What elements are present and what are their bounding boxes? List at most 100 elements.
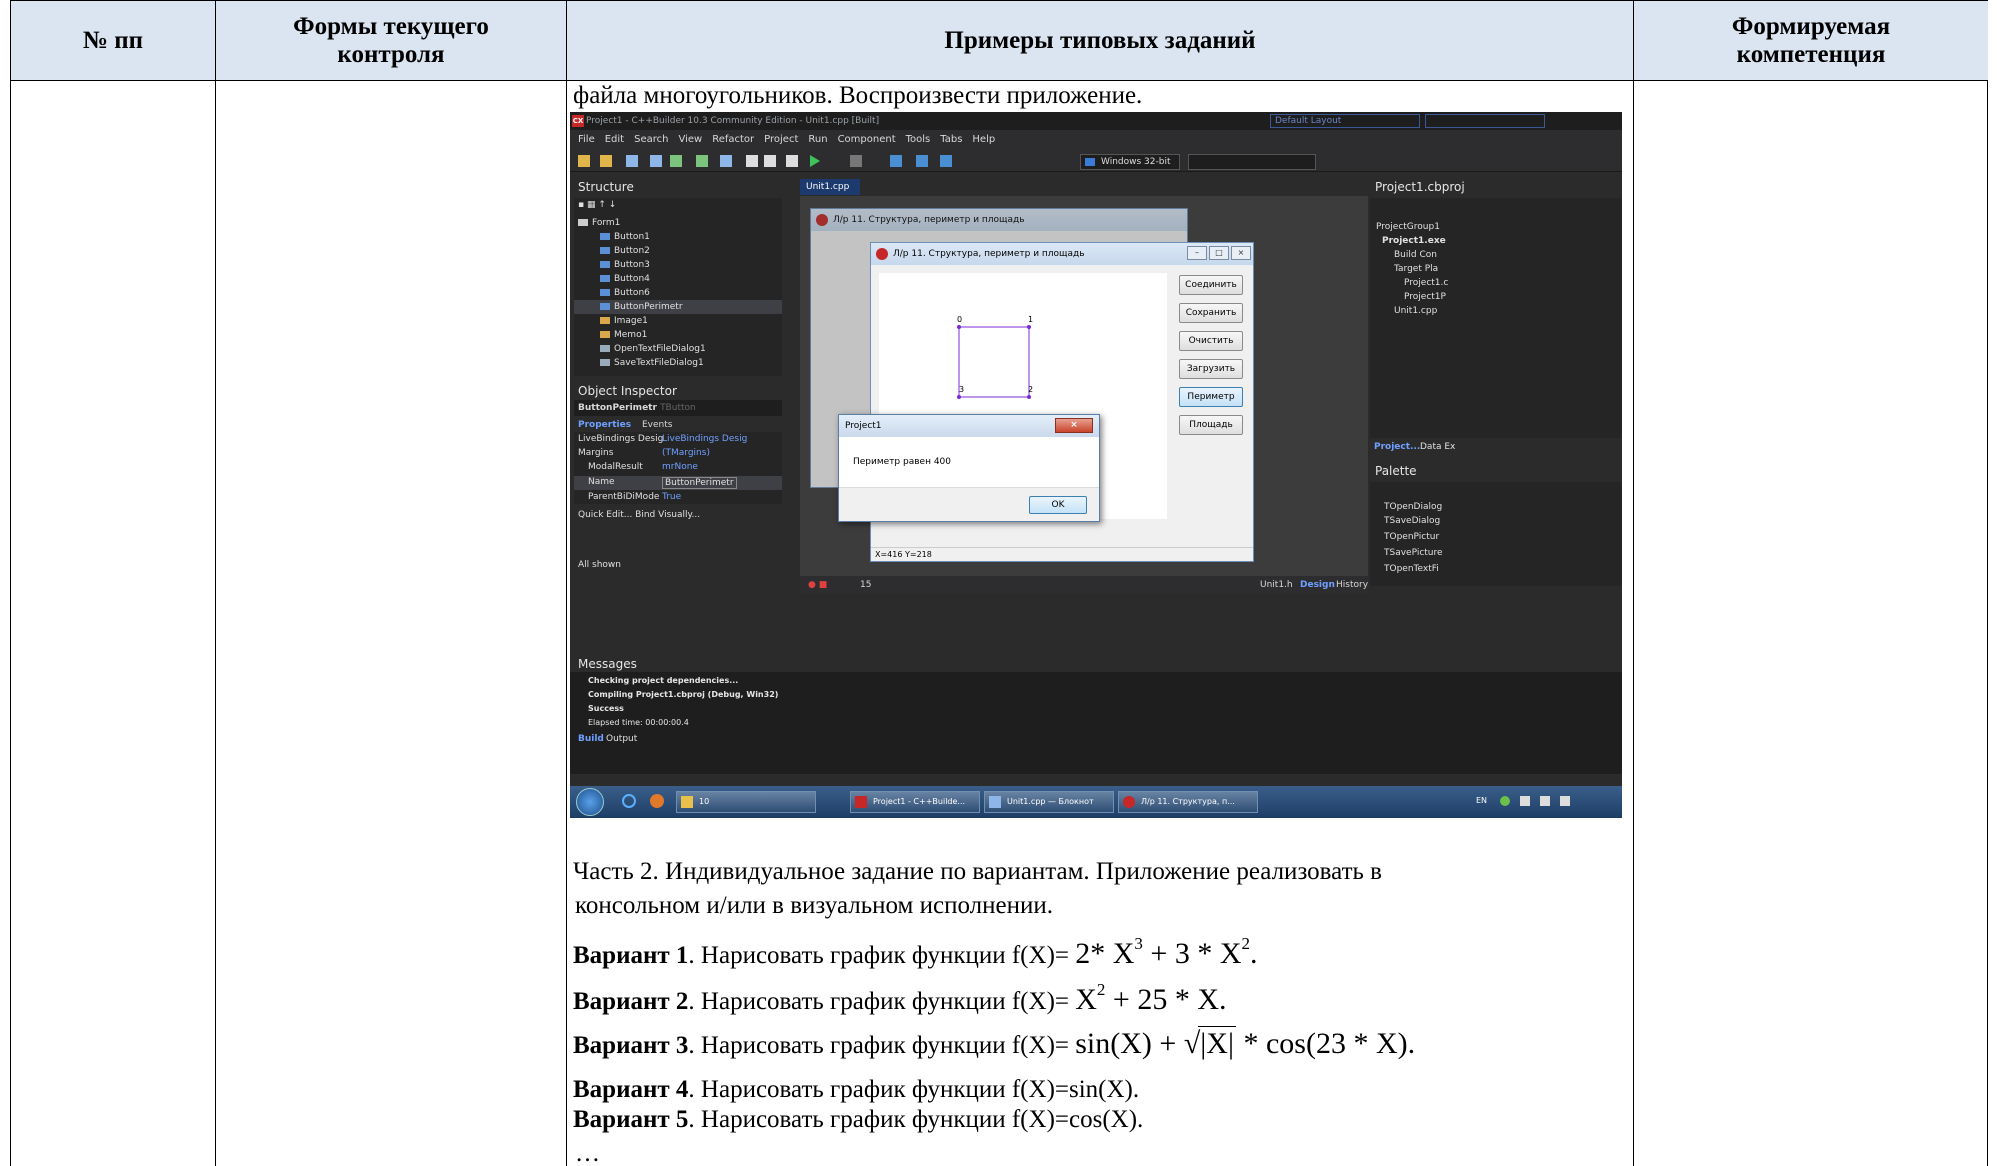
tree-item-memo1[interactable]: Memo1 — [600, 330, 647, 340]
load-button[interactable]: Загрузить — [1179, 359, 1243, 379]
clear-button[interactable]: Очистить — [1179, 331, 1243, 351]
menu-search[interactable]: Search — [634, 130, 668, 150]
menu-help[interactable]: Help — [972, 130, 995, 150]
open-project-icon[interactable] — [670, 155, 682, 167]
taskbar-item-app[interactable]: Л/р 11. Структура, п... — [1118, 791, 1258, 813]
oi-links[interactable]: Quick Edit... Bind Visually... — [578, 510, 700, 520]
oi-row-value[interactable]: True — [662, 492, 681, 502]
tree-item-image1[interactable]: Image1 — [600, 316, 648, 326]
tree-project-cpp[interactable]: Project1.c — [1404, 278, 1448, 288]
palette-item[interactable]: TSavePicture — [1384, 548, 1443, 558]
menu-tools[interactable]: Tools — [906, 130, 931, 150]
open-icon[interactable] — [600, 155, 612, 167]
close-icon[interactable]: × — [1055, 418, 1093, 433]
menu-edit[interactable]: Edit — [605, 130, 624, 150]
trace-into-icon[interactable] — [916, 155, 928, 167]
tray-volume-icon[interactable] — [1540, 796, 1550, 806]
tab-events[interactable]: Events — [642, 420, 672, 430]
tray-network-icon[interactable] — [1500, 796, 1510, 806]
oi-row-value[interactable]: mrNone — [662, 462, 698, 472]
tab-output[interactable]: Output — [606, 734, 637, 744]
start-button-icon[interactable] — [576, 788, 604, 816]
view-unit-icon[interactable] — [786, 155, 798, 167]
maximize-icon[interactable]: □ — [1209, 246, 1229, 260]
oi-row-name[interactable]: Name — [588, 477, 615, 487]
palette-item[interactable]: TOpenPictur — [1384, 532, 1439, 542]
ok-button[interactable]: OK — [1029, 496, 1087, 514]
oi-row-value[interactable]: LiveBindings Desig — [662, 434, 747, 444]
oi-row-value[interactable]: (TMargins) — [662, 448, 710, 458]
minimize-icon[interactable]: – — [1187, 246, 1207, 260]
menu-file[interactable]: File — [578, 130, 595, 150]
tree-unit1-cpp[interactable]: Unit1.cpp — [1394, 306, 1437, 316]
tree-item-button3[interactable]: Button3 — [600, 260, 650, 270]
connect-button[interactable]: Соединить — [1179, 275, 1243, 295]
new-icon[interactable] — [578, 155, 590, 167]
remove-file-icon[interactable] — [720, 155, 732, 167]
pause-icon[interactable] — [850, 155, 862, 167]
tree-project-pch[interactable]: Project1P — [1404, 292, 1446, 302]
tree-project-group[interactable]: ProjectGroup1 — [1376, 222, 1440, 232]
oi-row-name[interactable]: LiveBindings Desig — [578, 434, 663, 444]
palette-item[interactable]: TSaveDialog — [1384, 516, 1440, 526]
tree-item-savetextfiledialog1[interactable]: SaveTextFileDialog1 — [600, 358, 704, 368]
menu-tabs[interactable]: Tabs — [940, 130, 962, 150]
tree-item-button1[interactable]: Button1 — [600, 232, 650, 242]
tree-project-exe[interactable]: Project1.exe — [1382, 236, 1446, 246]
area-button[interactable]: Площадь — [1179, 415, 1243, 435]
tab-history[interactable]: History — [1336, 576, 1368, 594]
tree-item-button2[interactable]: Button2 — [600, 246, 650, 256]
save-icon[interactable] — [626, 155, 638, 167]
tree-item-buttonperimetr[interactable]: ButtonPerimetr — [574, 300, 782, 314]
menu-refactor[interactable]: Refactor — [712, 130, 754, 150]
doc-tab-unit1[interactable]: Unit1.cpp — [800, 179, 860, 195]
add-file-icon[interactable] — [696, 155, 708, 167]
tab-project[interactable]: Project... — [1374, 442, 1420, 452]
taskbar-item-ide[interactable]: Project1 - C++Builde... — [850, 791, 980, 813]
tree-target-platforms[interactable]: Target Pla — [1394, 264, 1438, 274]
palette-item[interactable]: TOpenTextFi — [1384, 564, 1439, 574]
tab-data-explorer[interactable]: Data Ex — [1420, 442, 1455, 452]
toggle-form-icon[interactable] — [746, 155, 758, 167]
new-form-icon[interactable] — [764, 155, 776, 167]
close-icon[interactable]: × — [1231, 246, 1251, 260]
menu-component[interactable]: Component — [838, 130, 896, 150]
run-to-cursor-icon[interactable] — [940, 155, 952, 167]
save-all-icon[interactable] — [650, 155, 662, 167]
tree-item-button6[interactable]: Button6 — [600, 288, 650, 298]
menu-run[interactable]: Run — [808, 130, 827, 150]
chrome-icon[interactable] — [650, 794, 664, 808]
perimeter-button[interactable]: Периметр — [1179, 387, 1243, 407]
browser-icon[interactable] — [622, 794, 636, 808]
tree-item-form1[interactable]: Form1 — [578, 218, 620, 228]
menu-project[interactable]: Project — [764, 130, 798, 150]
oi-row-name[interactable]: ModalResult — [588, 462, 643, 472]
tray-language[interactable]: EN — [1476, 796, 1487, 805]
taskbar-item-folder[interactable]: 10 — [676, 791, 816, 813]
save-button[interactable]: Сохранить — [1179, 303, 1243, 323]
run-icon[interactable] — [810, 155, 820, 167]
taskbar-item-notepad[interactable]: Unit1.cpp — Блокнот — [984, 791, 1114, 813]
tray-flag-icon[interactable] — [1560, 796, 1570, 806]
tray-battery-icon[interactable] — [1520, 796, 1530, 806]
tab-build[interactable]: Build — [578, 734, 604, 744]
tab-properties[interactable]: Properties — [578, 420, 631, 430]
tab-unit1h[interactable]: Unit1.h — [1260, 576, 1293, 594]
oi-component-combo[interactable]: ButtonPerimetr TButton — [574, 400, 782, 416]
tree-item-button4[interactable]: Button4 — [600, 274, 650, 284]
oi-row-name[interactable]: ParentBiDiMode — [588, 492, 659, 502]
variant-text: . Нарисовать график функции f(X)=sin(X). — [688, 1076, 1140, 1103]
platform-combo[interactable]: Windows 32-bit — [1080, 154, 1180, 170]
oi-row-name[interactable]: Margins — [578, 448, 613, 458]
tree-build-config[interactable]: Build Con — [1394, 250, 1437, 260]
palette-item[interactable]: TOpenDialog — [1384, 502, 1442, 512]
tree-item-opentextfiledialog1[interactable]: OpenTextFileDialog1 — [600, 344, 706, 354]
oi-name-editor[interactable]: ButtonPerimetr — [662, 477, 737, 489]
menu-view[interactable]: View — [678, 130, 702, 150]
layout-combo[interactable]: Default Layout — [1270, 114, 1420, 128]
record-icon[interactable]: ● ■ — [808, 576, 827, 594]
tab-design[interactable]: Design — [1300, 576, 1335, 594]
config-combo[interactable] — [1188, 154, 1316, 170]
step-over-icon[interactable] — [890, 155, 902, 167]
ide-search-input[interactable] — [1425, 114, 1545, 128]
